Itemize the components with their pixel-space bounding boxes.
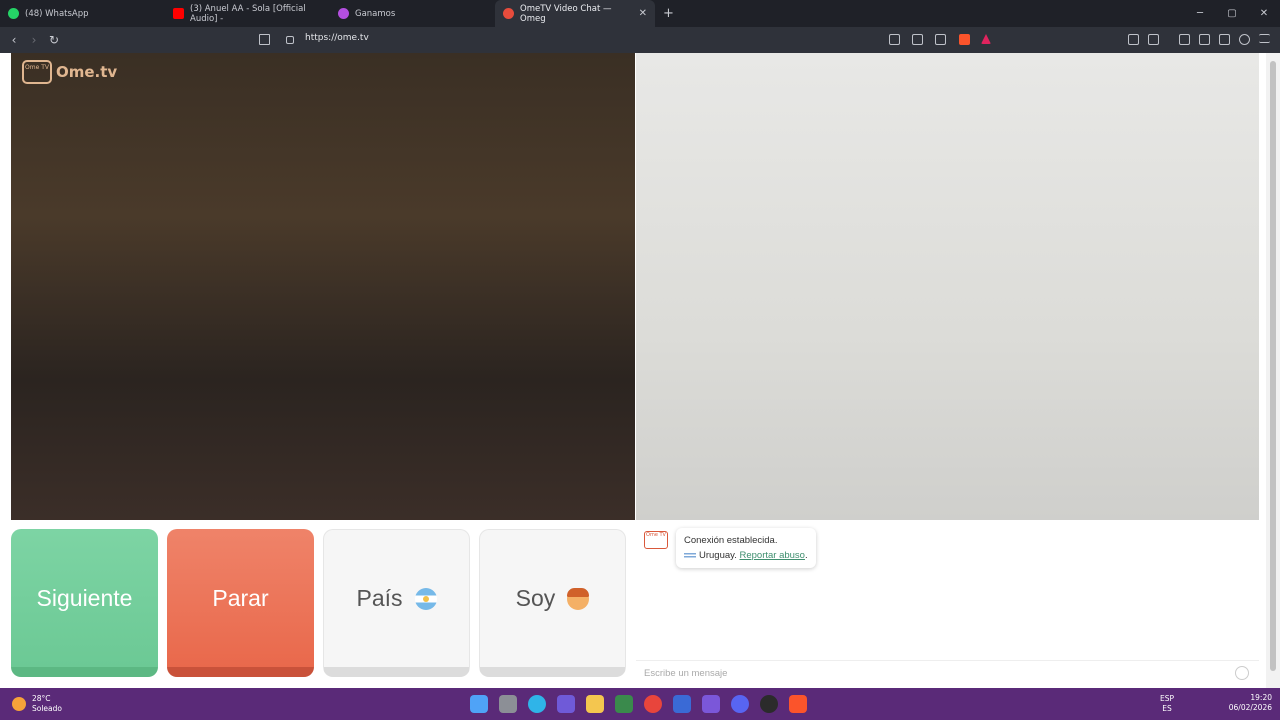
chrome-icon[interactable] <box>644 695 662 713</box>
sun-icon <box>12 697 26 711</box>
ometv-icon <box>503 8 514 19</box>
brave-icon[interactable] <box>789 695 807 713</box>
start-icon[interactable] <box>470 695 488 713</box>
back-icon[interactable]: ‹ <box>4 33 24 47</box>
tab-whatsapp[interactable]: (48) WhatsApp <box>0 0 165 27</box>
video-app-icon[interactable] <box>702 695 720 713</box>
stop-button-label: Parar <box>212 584 269 611</box>
forward-icon[interactable]: › <box>24 33 44 47</box>
uruguay-flag-icon <box>684 550 696 560</box>
ometv-logo: Ome TV Ome.tv <box>22 60 117 84</box>
ganamos-icon <box>338 8 349 19</box>
argentina-flag-icon <box>414 587 437 610</box>
windows-taskbar: 28°C Soleado ESP ES 19:20 06/02/2026 <box>0 688 1280 720</box>
self-video <box>636 53 1259 520</box>
close-tab-icon[interactable]: ✕ <box>639 8 647 19</box>
rewards-icon[interactable] <box>981 34 991 44</box>
tab-ometv[interactable]: OmeTV Video Chat — Omeg ✕ <box>495 0 655 27</box>
chat-panel: Ome TV Conexión establecida. Uruguay. Re… <box>636 522 1259 686</box>
translate-icon[interactable] <box>889 34 900 45</box>
language-top: ESP <box>1160 694 1175 703</box>
sidebar-icon[interactable] <box>1179 34 1190 45</box>
menu-icon[interactable] <box>1259 34 1270 43</box>
temperature: 28°C <box>32 694 51 703</box>
leo-ai-icon[interactable] <box>1219 34 1230 45</box>
ometv-logo-text: Ome.tv <box>56 63 118 81</box>
share-icon[interactable] <box>935 34 946 45</box>
gender-button[interactable]: Soy <box>479 529 626 677</box>
ometv-logo-badge: Ome TV <box>22 60 52 84</box>
teams-icon[interactable] <box>557 695 575 713</box>
game-app-icon[interactable] <box>615 695 633 713</box>
system-message: Conexión establecida. Uruguay. Reportar … <box>676 528 816 568</box>
close-window-icon[interactable]: ✕ <box>1248 0 1280 27</box>
browser-toolbar: ‹ › ↻ https://ome.tv <box>0 27 1280 53</box>
task-view-icon[interactable] <box>499 695 517 713</box>
scrollbar[interactable] <box>1266 53 1280 688</box>
minimize-icon[interactable]: ─ <box>1184 0 1216 27</box>
address-bar[interactable]: https://ome.tv <box>305 33 369 43</box>
system-clock[interactable]: 19:20 06/02/2026 <box>1229 693 1272 713</box>
report-period: . <box>804 550 808 561</box>
whatsapp-icon <box>8 8 19 19</box>
wallet-icon[interactable] <box>1199 34 1210 45</box>
tab-label: (3) Anuel AA - Sola [Official Audio] - <box>190 3 306 24</box>
tab-youtube[interactable]: (3) Anuel AA - Sola [Official Audio] - <box>165 0 330 27</box>
brave-shields-icon[interactable] <box>959 34 970 45</box>
window-controls: ─ ▢ ✕ <box>1184 0 1280 27</box>
shield-icon[interactable] <box>1239 34 1250 45</box>
tab-strip: (48) WhatsApp (3) Anuel AA - Sola [Offic… <box>0 0 1280 27</box>
scrollbar-thumb[interactable] <box>1270 61 1276 671</box>
report-abuse-link[interactable]: Reportar abuso <box>739 550 804 561</box>
clock-time: 19:20 <box>1250 693 1272 702</box>
obs-icon[interactable] <box>760 695 778 713</box>
file-explorer-icon[interactable] <box>586 695 604 713</box>
weather-condition: Soleado <box>32 704 62 713</box>
extensions-icon[interactable] <box>1128 34 1139 45</box>
connection-status: Conexión establecida. <box>684 535 778 546</box>
reload-icon[interactable]: ↻ <box>44 33 64 47</box>
bookmark-icon[interactable] <box>259 34 270 45</box>
taskbar-apps <box>470 695 807 713</box>
country-button[interactable]: País <box>323 529 470 677</box>
app-icon[interactable] <box>673 695 691 713</box>
emoji-icon[interactable] <box>1235 666 1249 680</box>
country-name: Uruguay. <box>699 550 737 561</box>
chat-ometv-icon: Ome TV <box>644 531 668 549</box>
next-button-label: Siguiente <box>36 584 133 611</box>
next-button[interactable]: Siguiente <box>11 529 158 677</box>
stranger-country: Uruguay. Reportar abuso. <box>684 548 808 563</box>
maximize-icon[interactable]: ▢ <box>1216 0 1248 27</box>
edge-icon[interactable] <box>528 695 546 713</box>
cast-icon[interactable] <box>912 34 923 45</box>
weather-widget[interactable]: 28°C Soleado <box>12 694 62 714</box>
stop-button[interactable]: Parar <box>167 529 314 677</box>
youtube-icon <box>173 8 184 19</box>
male-face-icon <box>567 587 590 610</box>
new-tab-icon[interactable]: + <box>663 6 674 21</box>
tab-label: OmeTV Video Chat — Omeg <box>520 3 612 24</box>
language-indicator[interactable]: ESP ES <box>1160 694 1174 714</box>
vpn-icon[interactable] <box>1148 34 1159 45</box>
tab-label: (48) WhatsApp <box>25 8 89 19</box>
tab-label: Ganamos <box>355 8 396 19</box>
gender-button-label: Soy <box>515 585 556 611</box>
site-info-icon[interactable] <box>286 36 294 44</box>
stranger-video: Ome TV Ome.tv <box>11 53 635 520</box>
tab-ganamos[interactable]: Ganamos <box>330 0 495 27</box>
message-input[interactable]: Escribe un mensaje <box>636 660 1259 686</box>
clock-date: 06/02/2026 <box>1228 703 1272 712</box>
language-bottom: ES <box>1162 704 1172 713</box>
country-button-label: País <box>356 585 403 611</box>
ometv-page: Ome TV Ome.tv Siguiente Parar País Soy O… <box>0 53 1280 688</box>
discord-icon[interactable] <box>731 695 749 713</box>
